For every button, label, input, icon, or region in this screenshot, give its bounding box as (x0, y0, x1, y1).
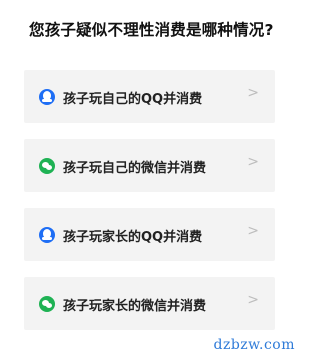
option-parent-wechat[interactable]: 孩子玩家长的微信并消费 > (24, 277, 275, 330)
chevron-right-icon: > (247, 85, 259, 101)
option-parent-qq[interactable]: 孩子玩家长的QQ并消费 > (24, 208, 275, 261)
qq-icon (39, 89, 55, 105)
chevron-right-icon: > (247, 154, 259, 170)
chevron-right-icon: > (247, 223, 259, 239)
page-title: 您孩子疑似不理性消费是哪种情况? (29, 21, 274, 39)
option-own-qq[interactable]: 孩子玩自己的QQ并消费 > (24, 70, 275, 123)
wechat-icon (39, 158, 55, 174)
watermark: dzbzw.com (213, 337, 295, 353)
qq-icon (39, 227, 55, 243)
chevron-right-icon: > (247, 292, 259, 308)
option-label: 孩子玩家长的QQ并消费 (63, 230, 203, 245)
option-label: 孩子玩自己的微信并消费 (63, 161, 207, 176)
option-label: 孩子玩家长的微信并消费 (63, 299, 207, 314)
option-label: 孩子玩自己的QQ并消费 (63, 92, 203, 107)
option-own-wechat[interactable]: 孩子玩自己的微信并消费 > (24, 139, 275, 192)
wechat-icon (39, 296, 55, 312)
